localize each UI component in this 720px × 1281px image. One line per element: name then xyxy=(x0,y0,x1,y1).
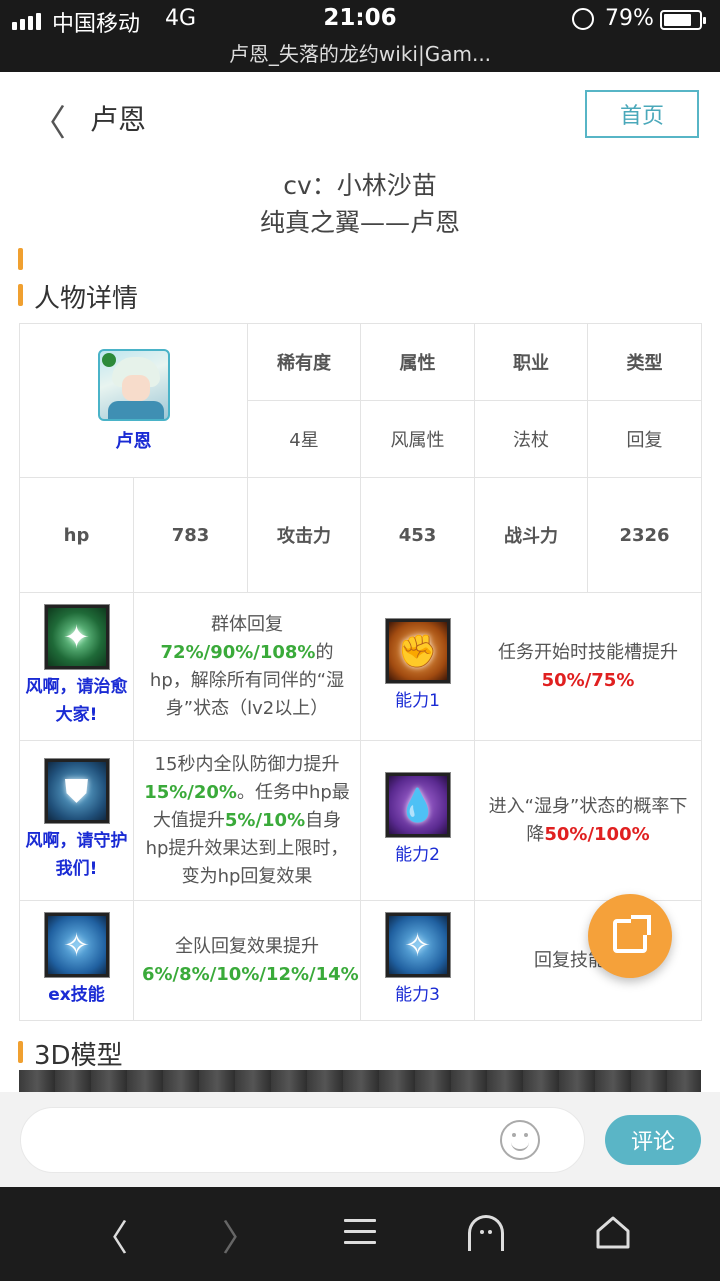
value-type: 回复 xyxy=(587,400,702,478)
smile-icon[interactable] xyxy=(500,1120,540,1160)
nav-forward-icon[interactable]: 〉 xyxy=(222,1209,258,1261)
stat-power-label: 战斗力 xyxy=(474,477,588,593)
ghost-icon[interactable] xyxy=(468,1215,504,1251)
ability-1-cell: ✊ 能力1 xyxy=(360,592,475,741)
home-icon[interactable] xyxy=(594,1213,632,1251)
voice-actor: cv：小林沙苗 xyxy=(283,171,437,200)
skill-1-cell: ✦ 风啊，请治愈大家! xyxy=(19,592,134,741)
share-icon xyxy=(613,915,651,953)
stat-power-value: 2326 xyxy=(587,477,702,593)
lock-rotation-icon xyxy=(572,8,594,30)
skill-1-desc: 群体回复72%/90%/108%的hp，解除所有同伴的“湿身”状态（lv2以上） xyxy=(133,592,361,741)
ex-skill-cell: ✧ ex技能 xyxy=(19,900,134,1021)
stat-hp-value: 783 xyxy=(133,477,248,593)
character-portrait-cell: 卢恩 xyxy=(19,323,248,478)
skill-2-name: 风啊，请守护我们! xyxy=(25,830,128,879)
section-title-details: 人物详情 xyxy=(34,284,139,314)
share-button[interactable] xyxy=(588,894,672,978)
comment-button[interactable]: 评论 xyxy=(605,1115,701,1165)
comment-bar: 评论 xyxy=(0,1092,720,1187)
header-rarity: 稀有度 xyxy=(247,323,361,401)
sparkle-up-icon: ✧ xyxy=(44,912,109,977)
value-class: 法杖 xyxy=(474,400,588,478)
ex-skill-name: ex技能 xyxy=(48,984,105,1005)
page-title: 卢恩 xyxy=(90,103,147,136)
skill-1-name: 风啊，请治愈大家! xyxy=(25,676,128,725)
battery-percent: 79% xyxy=(605,6,654,31)
ability-2-name: 能力2 xyxy=(395,844,440,865)
page-url-title: 卢恩_失落的龙约wiki|Gam... xyxy=(228,42,492,66)
stat-hp-label: hp xyxy=(19,477,134,593)
stat-atk-value: 453 xyxy=(360,477,475,593)
stat-atk-label: 攻击力 xyxy=(247,477,361,593)
character-avatar[interactable] xyxy=(97,348,170,421)
nav-back-icon[interactable]: 〈 xyxy=(92,1209,128,1261)
ability-3-cell: ✧ 能力3 xyxy=(360,900,475,1021)
header-class: 职业 xyxy=(474,323,588,401)
menu-icon[interactable] xyxy=(344,1219,376,1245)
browser-bottom-nav: 〈 〉 xyxy=(0,1187,720,1281)
section-marker xyxy=(18,284,23,306)
ex-skill-desc: 全队回复效果提升6%/8%/10%/12%/14% xyxy=(133,900,361,1021)
section-marker xyxy=(18,248,23,270)
3d-model-viewer[interactable] xyxy=(19,1070,701,1092)
ability-3-name: 能力3 xyxy=(395,984,440,1005)
ability-1-name: 能力1 xyxy=(395,690,440,711)
header-element: 属性 xyxy=(360,323,475,401)
ability-2-cell: 💧 能力2 xyxy=(360,740,475,901)
fist-icon: ✊ xyxy=(385,618,450,683)
water-drops-icon: 💧 xyxy=(385,772,450,837)
ability-2-desc: 进入“湿身”状态的概率下降50%/100% xyxy=(474,740,702,901)
top-header: 〈 卢恩 首页 xyxy=(0,72,720,156)
status-bar: 中国移动 4G 21:06 79% 卢恩_失落的龙约wiki|Gam... xyxy=(0,0,720,72)
value-element: 风属性 xyxy=(360,400,475,478)
ability-1-desc: 任务开始时技能槽提升50%/75% xyxy=(474,592,702,741)
character-title: 纯真之翼——卢恩 xyxy=(259,208,460,237)
shield-icon: ⛊ xyxy=(44,758,109,823)
section-marker xyxy=(18,1041,23,1063)
back-icon[interactable]: 〈 xyxy=(30,94,66,146)
value-rarity: 4星 xyxy=(247,400,361,478)
section-title-model: 3D模型 xyxy=(34,1041,123,1071)
header-type: 类型 xyxy=(587,323,702,401)
sparkle-up-icon: ✧ xyxy=(385,912,450,977)
battery-icon xyxy=(660,10,706,30)
character-name[interactable]: 卢恩 xyxy=(20,427,247,453)
home-button[interactable]: 首页 xyxy=(585,90,699,138)
skill-2-desc: 15秒内全队防御力提升15%/20%。任务中hp最大值提升5%/10%自身hp提… xyxy=(133,740,361,901)
wind-star-icon: ✦ xyxy=(44,604,109,669)
skill-2-cell: ⛊ 风啊，请守护我们! xyxy=(19,740,134,901)
